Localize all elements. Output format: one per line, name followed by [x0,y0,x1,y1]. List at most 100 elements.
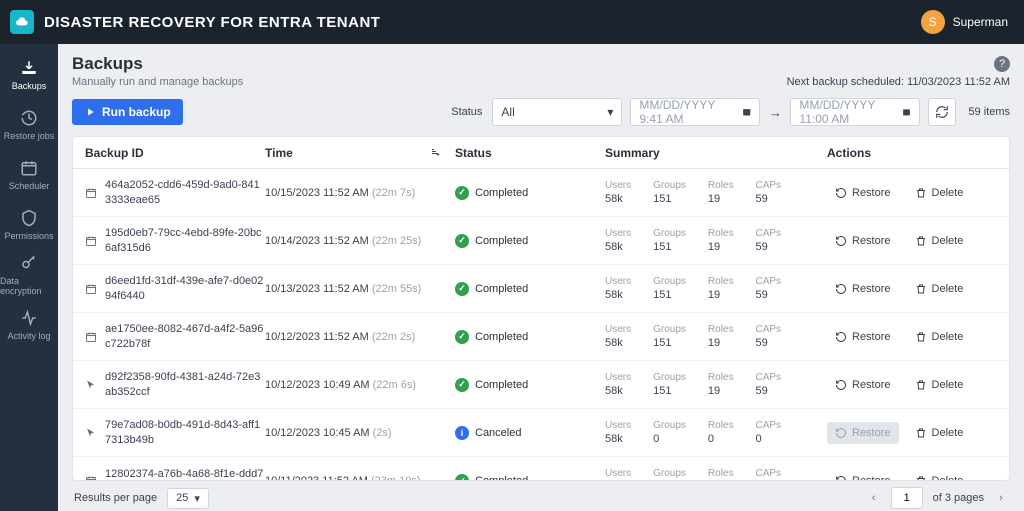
refresh-icon [935,105,949,119]
date-from-input[interactable]: MM/DD/YYYY 9:41 AM [630,98,760,126]
run-backup-button[interactable]: Run backup [72,99,183,125]
scheduler-icon [20,159,38,177]
backups-icon [20,59,38,77]
trash-icon [915,379,927,391]
refresh-button[interactable] [928,98,956,126]
sidebar-item-backups[interactable]: Backups [0,50,58,100]
table-row: d92f2358-90fd-4381-a24d-72e3ab352ccf 10/… [73,361,1009,409]
status-label: Status [451,106,482,118]
backup-time: 10/12/2023 10:49 AM (22m 6s) [265,379,455,391]
sort-icon [429,147,441,159]
restore-icon [835,379,847,391]
sidebar-item-scheduler[interactable]: Scheduler [0,150,58,200]
page-subtitle: Manually run and manage backups [72,76,243,88]
delete-button[interactable]: Delete [907,470,972,480]
status-text: Canceled [475,427,521,439]
calendar-icon [85,235,97,247]
col-status[interactable]: Status [455,146,605,160]
calendar-icon [85,283,97,295]
restore-icon [835,331,847,343]
backup-time: 10/14/2023 11:52 AM (22m 25s) [265,235,455,247]
calendar-icon [742,106,751,118]
table-row: 464a2052-cdd6-459d-9ad0-8413333eae65 10/… [73,169,1009,217]
date-to-input[interactable]: MM/DD/YYYY 11:00 AM [790,98,920,126]
backup-id-text: ae1750ee-8082-467d-a4f2-5a96c722b78f [105,322,265,351]
help-icon[interactable]: ? [994,56,1010,72]
restore-button[interactable]: Restore [827,470,899,480]
delete-button[interactable]: Delete [907,278,972,300]
check-icon: ✓ [455,282,469,296]
cursor-icon [85,379,97,391]
trash-icon [915,187,927,199]
check-icon: ✓ [455,330,469,344]
backup-id-text: 79e7ad08-b0db-491d-8d43-aff17313b49b [105,418,265,447]
cursor-icon [85,427,97,439]
sidebar-item-data-encryption[interactable]: Data encryption [0,250,58,300]
status-text: Completed [475,475,528,480]
sidebar-item-activity-log[interactable]: Activity log [0,300,58,350]
col-backup-id[interactable]: Backup ID [85,146,265,160]
restore-button: Restore [827,422,899,444]
restore-button[interactable]: Restore [827,230,899,252]
backup-time: 10/15/2023 11:52 AM (22m 7s) [265,187,455,199]
permissions-icon [20,209,38,227]
backup-id-text: d92f2358-90fd-4381-a24d-72e3ab352ccf [105,370,265,399]
delete-button[interactable]: Delete [907,230,972,252]
sidebar-item-restore-jobs[interactable]: Restore jobs [0,100,58,150]
backup-id-text: 12802374-a76b-4a68-8f1e-ddd7c347491e [105,467,265,480]
calendar-icon [85,475,97,480]
table-row: d6eed1fd-31df-439e-afe7-d0e0294f6440 10/… [73,265,1009,313]
backup-time: 10/12/2023 10:45 AM (2s) [265,427,455,439]
calendar-icon [902,106,911,118]
delete-button[interactable]: Delete [907,422,972,444]
check-icon: ✓ [455,378,469,392]
status-select[interactable]: All ▾ [492,98,622,126]
sidebar-item-permissions[interactable]: Permissions [0,200,58,250]
restore-button[interactable]: Restore [827,278,899,300]
col-actions: Actions [827,146,997,160]
delete-button[interactable]: Delete [907,326,972,348]
data-encryption-icon [20,254,38,272]
trash-icon [915,235,927,247]
arrow-right-icon: → [768,105,782,120]
check-icon: ✓ [455,186,469,200]
item-count: 59 items [968,106,1010,118]
trash-icon [915,427,927,439]
app-logo [10,10,34,34]
backup-time: 10/12/2023 11:52 AM (22m 2s) [265,331,455,343]
table-row: ae1750ee-8082-467d-a4f2-5a96c722b78f 10/… [73,313,1009,361]
play-icon [84,106,96,118]
delete-button[interactable]: Delete [907,182,972,204]
next-page-button[interactable]: › [994,492,1008,504]
app-title: DISASTER RECOVERY FOR ENTRA TENANT [44,14,380,31]
table-row: 195d0eb7-79cc-4ebd-89fe-20bc6af315d6 10/… [73,217,1009,265]
backup-id-text: d6eed1fd-31df-439e-afe7-d0e0294f6440 [105,274,265,303]
restore-icon [835,475,847,480]
check-icon: ✓ [455,234,469,248]
backup-table: Backup ID Time Status Summary Actions 46… [72,136,1010,481]
restore-icon [835,187,847,199]
backup-time: 10/11/2023 11:52 AM (23m 10s) [265,475,455,480]
prev-page-button[interactable]: ‹ [867,492,881,504]
restore-button[interactable]: Restore [827,182,899,204]
restore-button[interactable]: Restore [827,326,899,348]
table-row: 12802374-a76b-4a68-8f1e-ddd7c347491e 10/… [73,457,1009,480]
status-text: Completed [475,331,528,343]
col-time[interactable]: Time [265,146,455,160]
calendar-icon [85,331,97,343]
table-row: 79e7ad08-b0db-491d-8d43-aff17313b49b 10/… [73,409,1009,457]
status-text: Completed [475,283,528,295]
restore-button[interactable]: Restore [827,374,899,396]
per-page-select[interactable]: 25 ▾ [167,488,209,509]
trash-icon [915,331,927,343]
topbar: DISASTER RECOVERY FOR ENTRA TENANT S Sup… [0,0,1024,44]
status-text: Completed [475,379,528,391]
backup-time: 10/13/2023 11:52 AM (22m 55s) [265,283,455,295]
avatar[interactable]: S [921,10,945,34]
page-input[interactable] [891,487,923,509]
username: Superman [953,15,1008,29]
delete-button[interactable]: Delete [907,374,972,396]
trash-icon [915,475,927,480]
restore-icon [835,283,847,295]
restore-icon [835,427,847,439]
